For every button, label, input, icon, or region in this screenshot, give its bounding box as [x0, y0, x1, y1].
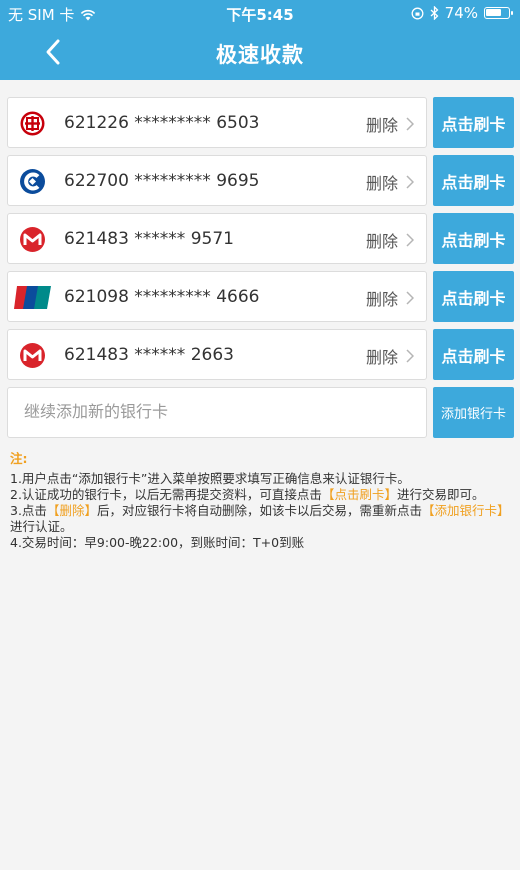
note-highlight: 【删除】: [46, 503, 97, 518]
notes-section: 注: 1.用户点击“添加银行卡”进入菜单按照要求填写正确信息来认证银行卡。 2.…: [10, 451, 515, 551]
card-number: 621483 ****** 2663: [64, 345, 234, 365]
swipe-card-button[interactable]: 点击刷卡: [433, 213, 514, 264]
chevron-right-icon: [406, 291, 414, 305]
unionpay-logo-icon: [14, 286, 51, 309]
card-row: 621483 ****** 2663 删除 点击刷卡: [7, 329, 514, 380]
delete-label: 删除: [365, 174, 398, 193]
icbc-logo-icon: [20, 111, 45, 136]
delete-button[interactable]: 删除: [366, 286, 414, 310]
orientation-lock-icon: [411, 7, 424, 19]
delete-label: 删除: [365, 116, 398, 135]
ccb-logo-icon: [20, 169, 45, 194]
bluetooth-icon: [430, 6, 439, 20]
delete-label: 删除: [365, 348, 398, 367]
add-card-input[interactable]: [24, 402, 414, 421]
chevron-right-icon: [406, 349, 414, 363]
card-row: 621483 ****** 9571 删除 点击刷卡: [7, 213, 514, 264]
add-card-row: 添加银行卡: [7, 387, 514, 438]
delete-button[interactable]: 删除: [366, 112, 414, 136]
battery-icon: [484, 7, 513, 19]
note-line-3: 3.点击【删除】后，对应银行卡将自动删除，如该卡以后交易，需重新点击【添加银行卡…: [10, 503, 510, 534]
card-number: 621226 ********* 6503: [64, 113, 260, 133]
note-line-1: 1.用户点击“添加银行卡”进入菜单按照要求填写正确信息来认证银行卡。: [10, 471, 410, 486]
card-number: 622700 ********* 9695: [64, 171, 260, 191]
header-bar: 无 SIM 卡 下午5:45 74% 极速收款: [0, 0, 520, 80]
card-row: 621226 ********* 6503 删除 点击刷卡: [7, 97, 514, 148]
card-row: 621098 ********* 4666 删除 点击刷卡: [7, 271, 514, 322]
swipe-card-button[interactable]: 点击刷卡: [433, 271, 514, 322]
delete-label: 删除: [365, 232, 398, 251]
card-item[interactable]: 621226 ********* 6503 删除: [7, 97, 427, 148]
swipe-card-button[interactable]: 点击刷卡: [433, 97, 514, 148]
note-line-2: 2.认证成功的银行卡，以后无需再提交资料，可直接点击【点击刷卡】进行交易即可。: [10, 487, 485, 502]
card-number: 621098 ********* 4666: [64, 287, 260, 307]
add-card-button[interactable]: 添加银行卡: [433, 387, 514, 438]
card-item[interactable]: 621483 ****** 2663 删除: [7, 329, 427, 380]
card-item[interactable]: 622700 ********* 9695 删除: [7, 155, 427, 206]
card-item[interactable]: 621098 ********* 4666 删除: [7, 271, 427, 322]
delete-button[interactable]: 删除: [366, 228, 414, 252]
add-card-field[interactable]: [7, 387, 427, 438]
swipe-card-button[interactable]: 点击刷卡: [433, 155, 514, 206]
cmb-logo-icon: [20, 227, 45, 252]
note-highlight: 【添加银行卡】: [421, 503, 510, 518]
delete-button[interactable]: 删除: [366, 170, 414, 194]
status-bar: 无 SIM 卡 下午5:45 74%: [0, 0, 520, 26]
note-line-4: 4.交易时间：早9:00-晚22:00，到账时间：T+0到账: [10, 535, 305, 550]
note-highlight: 【点击刷卡】: [321, 487, 397, 502]
chevron-right-icon: [406, 117, 414, 131]
nav-bar: 极速收款: [0, 26, 520, 80]
chevron-right-icon: [406, 233, 414, 247]
swipe-card-button[interactable]: 点击刷卡: [433, 329, 514, 380]
card-item[interactable]: 621483 ****** 9571 删除: [7, 213, 427, 264]
chevron-right-icon: [406, 175, 414, 189]
card-row: 622700 ********* 9695 删除 点击刷卡: [7, 155, 514, 206]
page-title: 极速收款: [216, 43, 304, 67]
card-number: 621483 ****** 9571: [64, 229, 234, 249]
delete-label: 删除: [365, 290, 398, 309]
battery-percent: 74%: [444, 4, 478, 22]
delete-button[interactable]: 删除: [366, 344, 414, 368]
notes-heading: 注:: [10, 451, 28, 466]
cmb-logo-icon: [20, 343, 45, 368]
